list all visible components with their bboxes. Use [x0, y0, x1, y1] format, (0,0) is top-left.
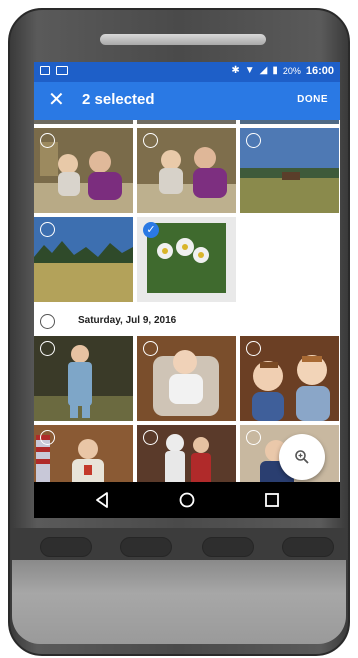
select-circle[interactable] [40, 133, 55, 148]
select-circle[interactable] [143, 133, 158, 148]
selected-check-icon[interactable]: ✓ [143, 222, 159, 238]
select-circle[interactable] [143, 430, 158, 445]
photo-tile[interactable] [137, 128, 236, 213]
close-icon[interactable]: ✕ [48, 88, 65, 112]
photo-tile[interactable] [240, 336, 339, 421]
hardware-button [202, 537, 254, 557]
battery-percentage: 20% [282, 66, 301, 76]
done-button[interactable]: DONE [297, 94, 328, 105]
status-clock: 16:00 [305, 65, 334, 77]
date-section-header: Saturday, Jul 9, 2016 [34, 306, 340, 336]
navigation-bar [34, 482, 340, 518]
photo-tile[interactable] [34, 217, 133, 302]
photo-tile[interactable] [240, 120, 339, 124]
app-bar: ✕ 2 selected DONE [34, 82, 340, 120]
phone-chin [12, 560, 346, 644]
select-date-circle[interactable] [40, 314, 55, 329]
select-circle[interactable] [40, 222, 55, 237]
photo-tile[interactable] [137, 336, 236, 421]
battery-icon: ▮ [272, 65, 278, 76]
phone-screen: ✱ ▼ ◢ ▮ 20% 16:00 ✕ 2 selected DONE ✓ Sa… [34, 62, 340, 518]
select-circle[interactable] [143, 341, 158, 356]
photo-tile[interactable]: ✓ [137, 217, 236, 302]
photo-tile[interactable] [34, 120, 133, 124]
gallery-icon [56, 66, 68, 75]
select-circle[interactable] [40, 341, 55, 356]
phone-speaker [100, 34, 266, 45]
selected-count: 2 selected [82, 91, 155, 108]
image-icon [40, 66, 50, 75]
select-circle[interactable] [246, 430, 261, 445]
hardware-button [282, 537, 334, 557]
photo-tile[interactable] [34, 128, 133, 213]
photo-tile[interactable] [137, 120, 236, 124]
hardware-button [120, 537, 172, 557]
wifi-icon: ▼ [244, 65, 255, 76]
signal-icon: ◢ [259, 65, 268, 76]
back-icon[interactable] [92, 490, 112, 510]
recents-icon[interactable] [262, 490, 282, 510]
zoom-button[interactable] [279, 434, 325, 480]
status-bar: ✱ ▼ ◢ ▮ 20% 16:00 [34, 62, 340, 82]
date-label: Saturday, Jul 9, 2016 [78, 315, 177, 326]
hardware-button [40, 537, 92, 557]
select-circle[interactable] [246, 341, 261, 356]
zoom-in-icon [295, 450, 309, 464]
home-icon[interactable] [177, 490, 197, 510]
photo-tile[interactable] [34, 336, 133, 421]
select-circle[interactable] [246, 133, 261, 148]
photo-tile[interactable] [240, 128, 339, 213]
bluetooth-icon: ✱ [231, 65, 240, 76]
select-circle[interactable] [40, 430, 55, 445]
